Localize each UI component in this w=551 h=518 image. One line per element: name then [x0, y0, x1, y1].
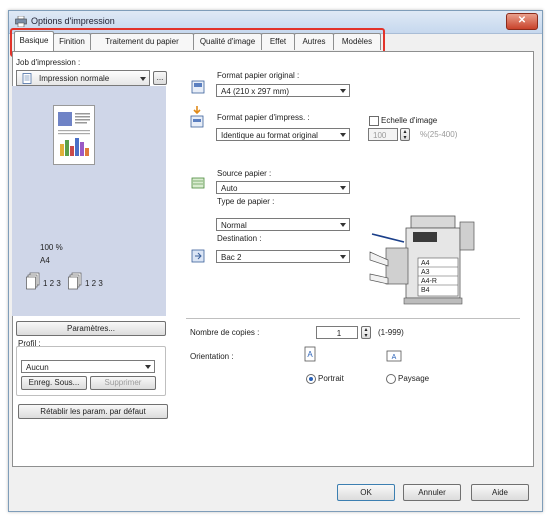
copies-input[interactable]: 1 [316, 326, 358, 339]
destination-value: Bac 2 [221, 253, 242, 262]
document-icon [22, 73, 32, 84]
scale-label: Echelle d'image [381, 116, 438, 125]
paper-type-value: Normal [221, 221, 247, 230]
window-title: Options d'impression [31, 16, 115, 26]
collate-label-2: 1 2 3 [85, 279, 103, 288]
job-label: Job d'impression : [16, 58, 81, 67]
original-format-select[interactable]: A4 (210 x 297 mm) [216, 84, 350, 97]
paper-tray-icon [191, 177, 205, 189]
chevron-down-icon [340, 255, 346, 259]
scale-range: %(25-400) [420, 130, 458, 139]
scale-checkbox[interactable] [369, 116, 379, 126]
parametres-button[interactable]: Paramètres... [16, 321, 166, 336]
paper-type-select[interactable]: Normal [216, 218, 350, 231]
print-format-select[interactable]: Identique au format original [216, 128, 350, 141]
preview-page [53, 105, 95, 165]
source-label: Source papier : [217, 169, 272, 178]
portrait-radio[interactable] [306, 374, 316, 384]
cancel-button[interactable]: Annuler [403, 484, 461, 501]
reset-defaults-button[interactable]: Rétablir les param. par défaut [18, 404, 168, 419]
spin-down-icon: ▾ [364, 333, 368, 339]
profil-value: Aucun [26, 363, 49, 372]
print-format-label: Format papier d'impress. : [217, 113, 310, 122]
chevron-down-icon [145, 365, 151, 369]
help-button[interactable]: Aide [471, 484, 529, 501]
tray-label-a4r: A4-R [421, 278, 437, 285]
job-select[interactable]: Impression normale [16, 70, 150, 86]
chevron-down-icon [340, 223, 346, 227]
collate-icon [68, 272, 82, 290]
collate-label-1: 1 2 3 [43, 279, 61, 288]
collate-icon [26, 272, 40, 290]
original-format-value: A4 (210 x 297 mm) [221, 87, 290, 96]
printer-icon [15, 16, 27, 27]
destination-label: Destination : [217, 234, 262, 243]
portrait-icon: A [304, 346, 316, 362]
chevron-down-icon [340, 89, 346, 93]
delete-button[interactable]: Supprimer [90, 376, 156, 390]
job-more-button[interactable]: ... [153, 71, 167, 85]
copies-label: Nombre de copies : [190, 328, 260, 337]
source-select[interactable]: Auto [216, 181, 350, 194]
print-format-icon [190, 106, 204, 128]
scale-spinner[interactable]: ▴ ▾ [400, 128, 410, 141]
copies-spinner[interactable]: ▴ ▾ [361, 326, 371, 339]
orientation-label: Orientation : [190, 352, 234, 361]
tray-label-b4: B4 [421, 287, 430, 294]
landscape-radio[interactable] [386, 374, 396, 384]
save-as-button[interactable]: Enreg. Sous... [21, 376, 87, 390]
original-paper-icon [191, 80, 205, 94]
close-button[interactable]: ✕ [506, 13, 538, 30]
preview-chart-icon [58, 112, 90, 156]
copies-range: (1-999) [378, 328, 404, 337]
chevron-down-icon [340, 133, 346, 137]
destination-select[interactable]: Bac 2 [216, 250, 350, 263]
scale-input[interactable]: 100 [368, 128, 398, 141]
tray-label-a4: A4 [421, 260, 430, 267]
ok-button[interactable]: OK [337, 484, 395, 501]
preview-paper: A4 [40, 256, 50, 265]
chevron-down-icon [140, 77, 146, 81]
landscape-icon: A [386, 350, 402, 362]
svg-text:A: A [392, 354, 397, 361]
landscape-label: Paysage [398, 374, 430, 383]
preview-zoom: 100 % [40, 243, 63, 252]
chevron-down-icon [340, 186, 346, 190]
print-format-value: Identique au format original [221, 131, 318, 140]
job-value: Impression normale [39, 74, 110, 83]
output-tray-icon [191, 249, 205, 263]
profil-select[interactable]: Aucun [21, 360, 155, 373]
svg-text:A: A [307, 350, 313, 359]
source-value: Auto [221, 184, 238, 193]
paper-type-label: Type de papier : [217, 197, 275, 206]
original-format-label: Format papier original : [217, 71, 300, 80]
divider [186, 318, 520, 319]
spin-down-icon: ▾ [403, 135, 407, 141]
portrait-label: Portrait [318, 374, 344, 383]
tray-label-a3: A3 [421, 269, 430, 276]
